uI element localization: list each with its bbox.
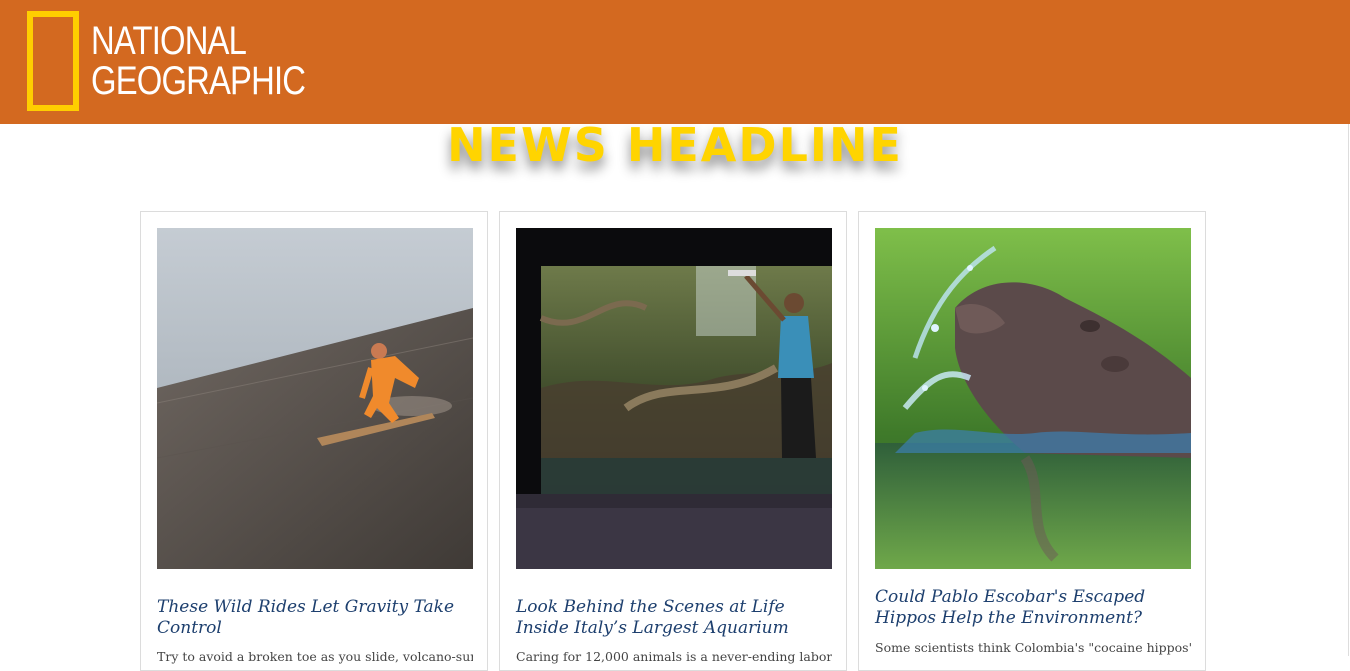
article-grid: These Wild Rides Let Gravity Take Contro… <box>140 211 1206 671</box>
natgeo-logo[interactable]: NATIONAL GEOGRAPHIC <box>27 11 352 111</box>
yellow-frame-icon <box>27 11 79 111</box>
site-header: NATIONAL GEOGRAPHIC <box>0 0 1350 124</box>
page-border <box>1348 124 1349 656</box>
page-title: NEWS HEADLINE <box>447 118 903 172</box>
article-excerpt: Caring for 12,000 animals is a never-end… <box>516 649 832 664</box>
brand-wordmark: NATIONAL GEOGRAPHIC <box>91 19 306 103</box>
aquarium-keeper-photo <box>516 228 832 569</box>
article-card[interactable]: Could Pablo Escobar's Escaped Hippos Hel… <box>858 211 1206 671</box>
article-image-aquarium[interactable] <box>516 228 832 569</box>
volcano-boarding-photo <box>157 228 473 569</box>
article-image-hippo[interactable] <box>875 228 1191 569</box>
hippo-splash-photo <box>875 228 1191 569</box>
article-title[interactable]: Look Behind the Scenes at Life Inside It… <box>516 597 832 639</box>
brand-line-2: GEOGRAPHIC <box>91 59 306 103</box>
article-title[interactable]: Could Pablo Escobar's Escaped Hippos Hel… <box>875 587 1191 629</box>
brand-line-1: NATIONAL <box>91 19 247 63</box>
article-title[interactable]: These Wild Rides Let Gravity Take Contro… <box>157 597 473 639</box>
article-image-volcano[interactable] <box>157 228 473 569</box>
article-excerpt: Some scientists think Colombia's "cocain… <box>875 640 1191 655</box>
article-card[interactable]: These Wild Rides Let Gravity Take Contro… <box>140 211 488 671</box>
article-card[interactable]: Look Behind the Scenes at Life Inside It… <box>499 211 847 671</box>
article-excerpt: Try to avoid a broken toe as you slide, … <box>157 649 473 664</box>
